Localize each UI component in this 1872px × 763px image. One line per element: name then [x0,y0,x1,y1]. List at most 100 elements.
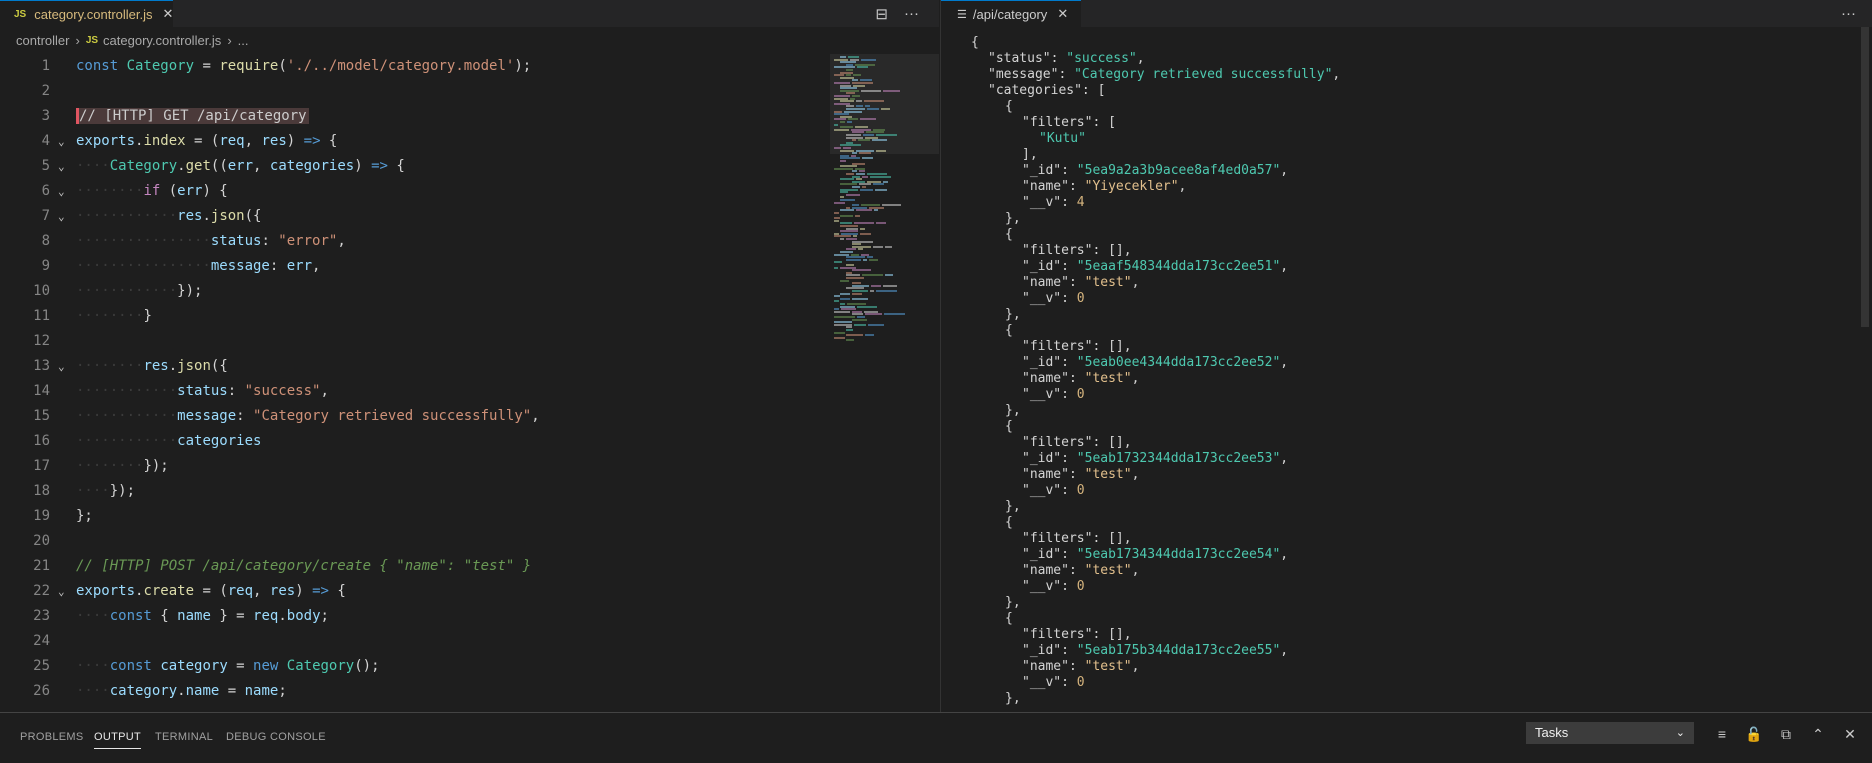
output-channel-select[interactable]: Tasks ⌄ [1526,722,1694,744]
minimap-line [858,139,870,142]
minimap-line [847,121,852,123]
code-token: , [312,258,321,274]
tab-debug-console[interactable]: DEBUG CONSOLE [226,725,326,749]
json-value: : [1061,579,1077,594]
json-key: "__v" [1022,291,1062,306]
code-line[interactable]: 17 ········}); [0,454,830,479]
code-line[interactable]: 7 ⌄ ············res.json({ [0,204,830,229]
code-token: . [202,208,211,224]
copy-icon[interactable]: ⧉ [1770,726,1802,743]
code-line[interactable]: 21 // [HTTP] POST /api/category/create { … [0,554,830,579]
breadcrumb-folder[interactable]: controller [16,33,69,48]
code-token: name [185,683,220,699]
code-token: . [177,158,186,174]
code-line[interactable]: 20 [0,529,830,554]
close-panel-icon[interactable]: ✕ [1834,726,1866,743]
json-line: "__v": 0 [1022,291,1085,307]
split-editor-icon[interactable]: ⊟ [875,5,888,23]
code-line[interactable]: 4 ⌄ exports.index = (req, res) => { [0,129,830,154]
fold-chevron-icon[interactable]: ⌄ [58,354,65,379]
json-key: "__v" [1022,675,1062,690]
code-token: = [227,658,254,674]
minimap[interactable] [830,54,939,714]
tab-terminal[interactable]: TERMINAL [155,725,213,749]
clear-output-icon[interactable]: ≡ [1706,726,1738,742]
minimap-line [876,290,897,292]
code-token: json [177,358,211,374]
json-line: "name": "test", [1022,563,1139,579]
code-token: new [253,658,279,674]
code-token: categories [177,433,262,449]
code-line[interactable]: 19}; [0,504,830,529]
tab-output[interactable]: OUTPUT [94,725,142,749]
lock-icon[interactable]: 🔓 [1738,726,1770,743]
code-line[interactable]: 2 [0,79,830,104]
minimap-line [862,157,873,160]
code-line[interactable]: 24 [0,629,830,654]
code-line[interactable]: 26 ····category.name = name; [0,679,830,704]
indent-guide: ············ [76,383,178,399]
code-text: // [HTTP] POST /api/category/create { "n… [76,554,531,579]
code-line[interactable]: 10 ············}); [0,279,830,304]
code-line[interactable]: 6 ⌄ ········if (err) { [0,179,830,204]
preview-icon: ☰ [957,8,967,21]
json-value: "Kutu" [1039,131,1086,146]
code-line[interactable]: 13 ⌄ ········res.json({ [0,354,830,379]
minimap-line [861,58,876,61]
fold-chevron-icon[interactable]: ⌄ [58,579,65,604]
line-number: 25 [33,658,50,674]
more-actions-icon[interactable]: ··· [904,5,919,22]
code-line[interactable]: 3 // [HTTP] GET /api/category [0,104,830,129]
json-line: "__v": 4 [1022,195,1085,211]
json-value: , [1280,643,1289,658]
code-line[interactable]: 12 [0,329,830,354]
code-line[interactable]: 23 ····const { name } = req.body; [0,604,830,629]
code-line[interactable]: 22 ⌄ exports.create = (req, res) => { [0,579,830,604]
code-line[interactable]: 11 ········} [0,304,830,329]
json-response-view[interactable]: {"status": "success", "message": "Categor… [941,27,1872,712]
code-token: err [286,258,313,274]
code-line[interactable]: 15 ············message: "Category retriev… [0,404,830,429]
code-line[interactable]: 8 ················status: "error", [0,229,830,254]
line-number: 9 [41,258,50,274]
minimap-line [870,290,874,292]
tab-api-category[interactable]: ☰ /api/category ✕ [941,0,1081,27]
fold-chevron-icon[interactable]: ⌄ [58,204,65,229]
code-token: => [371,158,388,174]
code-line[interactable]: 18 ····}); [0,479,830,504]
more-actions-icon[interactable]: ··· [1841,5,1856,22]
scrollbar-thumb[interactable] [1861,27,1869,327]
editor-actions: ⊟ ··· [859,0,919,27]
code-token: , [253,583,270,599]
minimap-line [865,334,874,337]
tab-problems[interactable]: PROBLEMS [20,725,84,749]
code-line[interactable]: 5 ⌄ ····Category.get((err, categories) => … [0,154,830,179]
fold-chevron-icon[interactable]: ⌄ [58,129,65,154]
minimap-line [869,258,878,261]
indent-guide: ········ [76,308,144,324]
code-line[interactable]: 9 ················message: err, [0,254,830,279]
code-token: }); [143,458,169,474]
maximize-panel-icon[interactable]: ⌃ [1802,726,1834,743]
code-line[interactable]: 1 const Category = require('./../model/ca… [0,54,830,79]
code-editor[interactable]: 1 const Category = require('./../model/ca… [0,54,939,712]
code-line[interactable]: 25 ····const category = new Category(); [0,654,830,679]
indent-guide: ················ [76,258,211,274]
fold-chevron-icon[interactable]: ⌄ [58,179,65,204]
code-token: ({ [210,358,228,374]
fold-chevron-icon[interactable]: ⌄ [58,154,65,179]
code-token: categories [269,158,355,174]
code-line[interactable]: 14 ············status: "success", [0,379,830,404]
code-text: ············}); [76,279,202,304]
close-icon[interactable]: ✕ [163,6,174,22]
json-line: "_id": "5eab0ee4344dda173cc2ee52", [1022,355,1288,371]
vertical-scrollbar[interactable] [1858,27,1872,327]
breadcrumb-symbols[interactable]: ... [238,33,249,48]
json-value: : [1068,467,1085,482]
code-line[interactable]: 16 ············categories [0,429,830,454]
breadcrumb-file[interactable]: category.controller.js [103,33,221,48]
close-icon[interactable]: ✕ [1057,6,1068,22]
tab-category-controller[interactable]: JS category.controller.js ✕ [0,0,173,27]
minimap-line [870,175,891,178]
json-key: "filters" [1022,339,1093,354]
